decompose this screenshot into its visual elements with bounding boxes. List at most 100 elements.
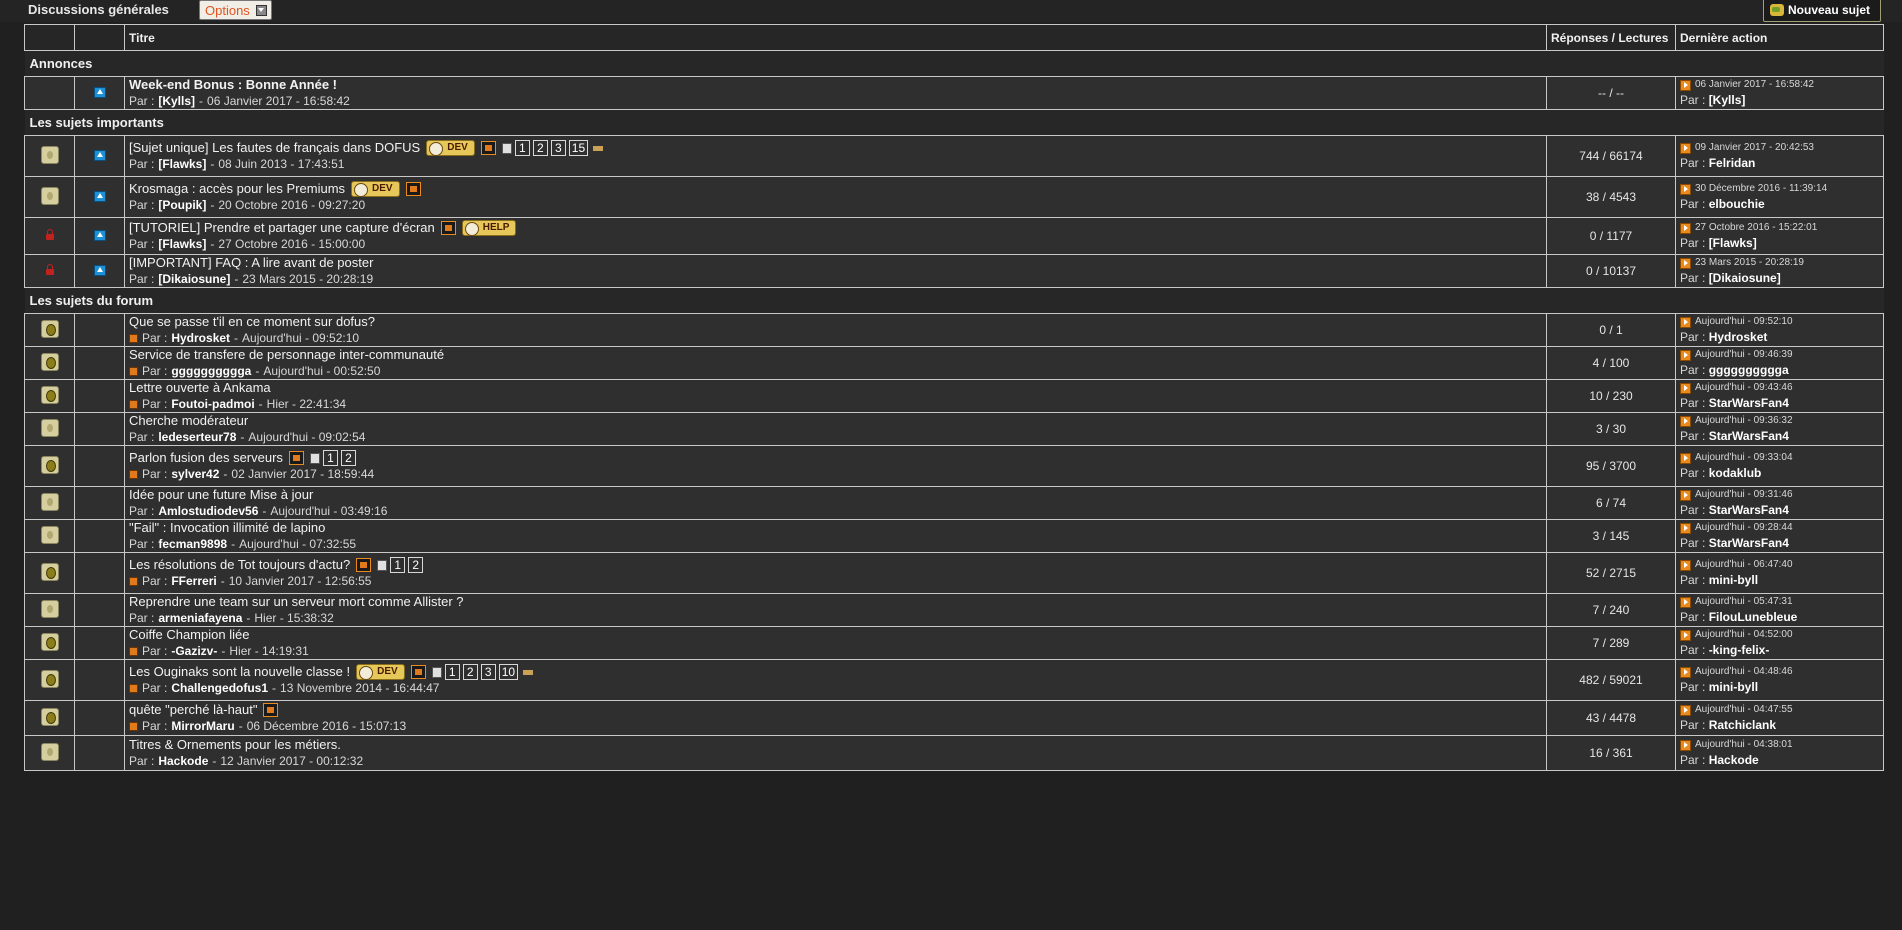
go-to-last-post-icon[interactable] — [1680, 629, 1691, 641]
last-action-author-link[interactable]: StarWarsFan4 — [1709, 536, 1789, 550]
header-title[interactable]: Titre — [124, 24, 1547, 51]
go-to-last-post-icon[interactable] — [1680, 522, 1691, 534]
last-action-date-line: Aujourd'hui - 09:28:44 — [1680, 521, 1883, 535]
go-to-last-post-icon[interactable] — [1680, 349, 1691, 361]
topic-author-link[interactable]: Amlostudiodev56 — [158, 503, 258, 519]
topic-meta-line: Par : gggggggggga - Aujourd'hui - 00:52:5… — [129, 363, 1546, 379]
last-action-author-link[interactable]: gggggggggga — [1709, 363, 1789, 377]
go-to-last-post-icon[interactable] — [1680, 257, 1691, 269]
header-last-action[interactable]: Dernière action — [1675, 24, 1884, 51]
last-action-author-link[interactable]: StarWarsFan4 — [1709, 396, 1789, 410]
page-link[interactable]: 1 — [514, 140, 530, 156]
header-counts[interactable]: Réponses / Lectures — [1546, 24, 1676, 51]
last-action-author-link[interactable]: Hydrosket — [1709, 330, 1768, 344]
last-action-author-link[interactable]: [Flawks] — [1709, 236, 1757, 250]
topic-author-link[interactable]: gggggggggga — [171, 363, 251, 379]
page-link[interactable]: 2 — [462, 664, 478, 680]
page-link[interactable]: 1 — [322, 450, 338, 466]
topic-title-link[interactable]: Titres & Ornements pour les métiers. — [129, 737, 341, 753]
go-to-last-post-icon[interactable] — [1680, 666, 1691, 678]
topic-author-link[interactable]: Hydrosket — [171, 330, 230, 346]
topic-author-link[interactable]: Challengedofus1 — [171, 680, 268, 696]
last-action-author-link[interactable]: kodaklub — [1709, 466, 1762, 480]
last-action-date-line: Aujourd'hui - 04:38:01 — [1680, 738, 1883, 752]
topic-title-link[interactable]: [Sujet unique] Les fautes de français da… — [129, 140, 420, 156]
go-to-last-post-icon[interactable] — [1680, 704, 1691, 716]
page-link[interactable]: 1 — [390, 557, 406, 573]
last-action-author-link[interactable]: StarWarsFan4 — [1709, 429, 1789, 443]
last-action-author-link[interactable]: [Dikaiosune] — [1709, 271, 1781, 285]
topic-title-link[interactable]: Les Ouginaks sont la nouvelle classe ! — [129, 664, 350, 680]
last-action-author-link[interactable]: Felridan — [1709, 156, 1756, 170]
topic-title-link[interactable]: [IMPORTANT] FAQ : A lire avant de poster — [129, 256, 373, 272]
last-action-author-link[interactable]: StarWarsFan4 — [1709, 503, 1789, 517]
reply-view-count: 6 / 74 — [1546, 486, 1676, 520]
page-link[interactable]: 2 — [532, 140, 548, 156]
last-action-author-line: Par : Felridan — [1680, 155, 1883, 171]
page-link[interactable]: 1 — [444, 664, 460, 680]
page-link[interactable]: 15 — [568, 140, 589, 156]
topic-author-link[interactable]: fecman9898 — [158, 536, 227, 552]
topic-title-link[interactable]: Service de transfere de personnage inter… — [129, 348, 444, 364]
page-link[interactable]: 10 — [498, 664, 519, 680]
topic-author-link[interactable]: sylver42 — [171, 466, 219, 482]
topic-author-link[interactable]: [Dikaiosune] — [158, 271, 230, 287]
page-link[interactable]: 2 — [340, 450, 356, 466]
page-link[interactable]: 3 — [480, 664, 496, 680]
last-action-author-link[interactable]: FilouLunebleue — [1709, 610, 1798, 624]
topic-title-link[interactable]: quête "perché là-haut" — [129, 702, 257, 718]
go-to-last-post-icon[interactable] — [1680, 596, 1691, 608]
topic-author-link[interactable]: -Gazizv- — [171, 643, 217, 659]
topic-author-link[interactable]: FFerreri — [171, 573, 216, 589]
topic-title-link[interactable]: Lettre ouverte à Ankama — [129, 381, 271, 397]
topic-title-link[interactable]: "Fail" : Invocation illimité de lapino — [129, 521, 325, 537]
topic-title-link[interactable]: Coiffe Champion liée — [129, 628, 249, 644]
last-action-author-link[interactable]: elbouchie — [1709, 197, 1765, 211]
go-to-last-post-icon[interactable] — [1680, 316, 1691, 328]
go-to-last-post-icon[interactable] — [1680, 489, 1691, 501]
topic-title-link[interactable]: Parlon fusion des serveurs — [129, 450, 283, 466]
new-topic-button[interactable]: Nouveau sujet — [1763, 0, 1882, 22]
topic-author-link[interactable]: MirrorMaru — [171, 718, 234, 734]
go-to-last-post-icon[interactable] — [1680, 79, 1691, 91]
topic-author-link[interactable]: [Flawks] — [158, 236, 206, 252]
go-to-last-post-icon[interactable] — [1680, 559, 1691, 571]
topic-author-link[interactable]: ledeserteur78 — [158, 429, 236, 445]
topic-author-link[interactable]: Hackode — [158, 753, 208, 769]
last-page-icon[interactable] — [593, 145, 604, 151]
go-to-last-post-icon[interactable] — [1680, 183, 1691, 195]
topic-title-link[interactable]: Les résolutions de Tot toujours d'actu? — [129, 557, 350, 573]
page-link[interactable]: 2 — [408, 557, 424, 573]
last-action-author-link[interactable]: [Kylls] — [1709, 93, 1746, 107]
topic-title-link[interactable]: Cherche modérateur — [129, 414, 248, 430]
topic-title-link[interactable]: Que se passe t'il en ce moment sur dofus… — [129, 315, 375, 331]
topic-author-link[interactable]: Foutoi-padmoi — [171, 396, 254, 412]
go-to-last-post-icon[interactable] — [1680, 452, 1691, 464]
last-action-author-link[interactable]: Ratchiclank — [1709, 718, 1776, 732]
title-cell: Titres & Ornements pour les métiers. Par … — [124, 735, 1547, 771]
page-link[interactable]: 3 — [550, 140, 566, 156]
go-to-last-post-icon[interactable] — [1680, 739, 1691, 751]
last-action-author-link[interactable]: Hackode — [1709, 753, 1759, 767]
last-action-author-link[interactable]: -king-felix- — [1709, 643, 1770, 657]
topic-author-link[interactable]: [Flawks] — [158, 156, 206, 172]
topic-title-link[interactable]: Idée pour une future Mise à jour — [129, 488, 313, 504]
go-to-last-post-icon[interactable] — [1680, 415, 1691, 427]
table-row: [TUTORIEL] Prendre et partager une captu… — [24, 217, 1884, 255]
go-to-last-post-icon[interactable] — [1680, 222, 1691, 234]
topic-title-link[interactable]: Week-end Bonus : Bonne Année ! — [129, 78, 337, 94]
topic-title-link[interactable]: Krosmaga : accès pour les Premiums — [129, 181, 345, 197]
topic-title-link[interactable]: Reprendre une team sur un serveur mort c… — [129, 595, 464, 611]
topic-meta-line: Par : Foutoi-padmoi - Hier - 22:41:34 — [129, 396, 1546, 412]
last-action-author-link[interactable]: mini-byll — [1709, 573, 1758, 587]
options-dropdown[interactable]: Options — [199, 0, 272, 20]
topic-title-link[interactable]: [TUTORIEL] Prendre et partager une captu… — [129, 220, 435, 236]
last-page-icon[interactable] — [523, 669, 534, 675]
go-to-last-post-icon[interactable] — [1680, 142, 1691, 154]
topic-author-link[interactable]: armeniafayena — [158, 610, 242, 626]
status-cell — [24, 626, 75, 660]
go-to-last-post-icon[interactable] — [1680, 382, 1691, 394]
last-action-author-link[interactable]: mini-byll — [1709, 680, 1758, 694]
topic-author-link[interactable]: [Kylls] — [158, 93, 195, 109]
topic-author-link[interactable]: [Poupik] — [158, 197, 206, 213]
